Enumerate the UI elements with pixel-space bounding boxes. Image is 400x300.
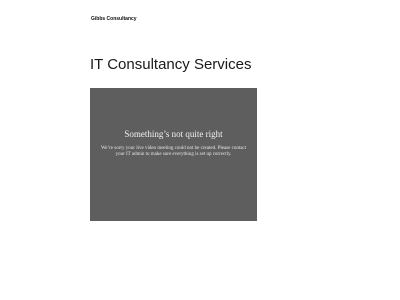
site-header: Gibbs Consultancy	[91, 7, 137, 22]
error-message: We’re sorry your live video meeting coul…	[100, 146, 247, 157]
error-title: Something’s not quite right	[124, 129, 223, 139]
page-title: IT Consultancy Services	[90, 56, 252, 73]
video-meeting-panel: Something’s not quite right We’re sorry …	[90, 88, 257, 221]
brand-link[interactable]: Gibbs Consultancy	[91, 16, 137, 22]
